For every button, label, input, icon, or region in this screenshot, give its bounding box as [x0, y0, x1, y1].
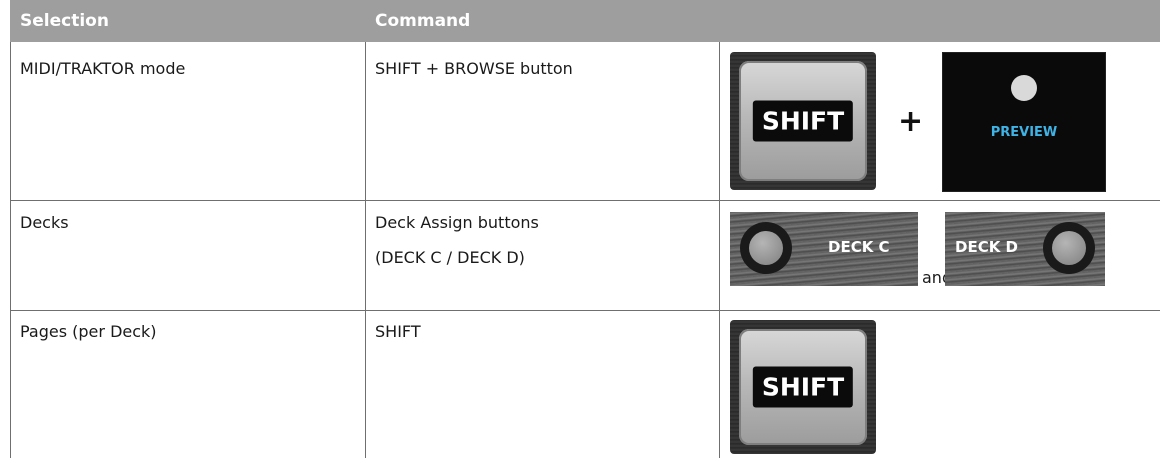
shift-label-2: SHIFT	[752, 366, 854, 408]
row-1-command: SHIFT + BROWSE button	[375, 59, 573, 78]
row-3-command: SHIFT	[375, 322, 421, 341]
headphones-icon	[1011, 75, 1037, 101]
header-command: Command	[375, 11, 471, 31]
table-header: Selection Command	[10, 0, 1160, 42]
shift-label: SHIFT	[752, 100, 854, 142]
grid-line	[10, 42, 11, 458]
preview-label: PREVIEW	[990, 125, 1058, 140]
plus-sign: +	[898, 104, 924, 139]
grid-line	[365, 42, 366, 458]
deck-c-label: DECK C	[828, 238, 890, 256]
row-2-command-line-2: (DECK C / DECK D)	[375, 248, 525, 267]
row-2-command-line-1: Deck Assign buttons	[375, 213, 539, 232]
command-table: Selection Command MIDI/TRAKTOR mode SHIF…	[10, 0, 1160, 458]
deck-d-label: DECK D	[955, 238, 1019, 256]
header-selection: Selection	[20, 11, 109, 31]
deck-c-knob	[740, 222, 792, 274]
row-1-selection: MIDI/TRAKTOR mode	[20, 59, 186, 78]
deck-c-button-image: DECK C	[730, 212, 918, 286]
grid-line	[10, 200, 1160, 201]
preview-button-image: PREVIEW	[942, 52, 1106, 192]
grid-line	[10, 310, 1160, 311]
shift-button-image-2: SHIFT	[730, 320, 876, 454]
shift-button-image: SHIFT	[730, 52, 876, 190]
deck-d-button-image: DECK D	[945, 212, 1105, 286]
row-3-selection: Pages (per Deck)	[20, 322, 157, 341]
grid-line	[719, 42, 720, 458]
deck-d-knob	[1043, 222, 1095, 274]
row-2-selection: Decks	[20, 213, 69, 232]
